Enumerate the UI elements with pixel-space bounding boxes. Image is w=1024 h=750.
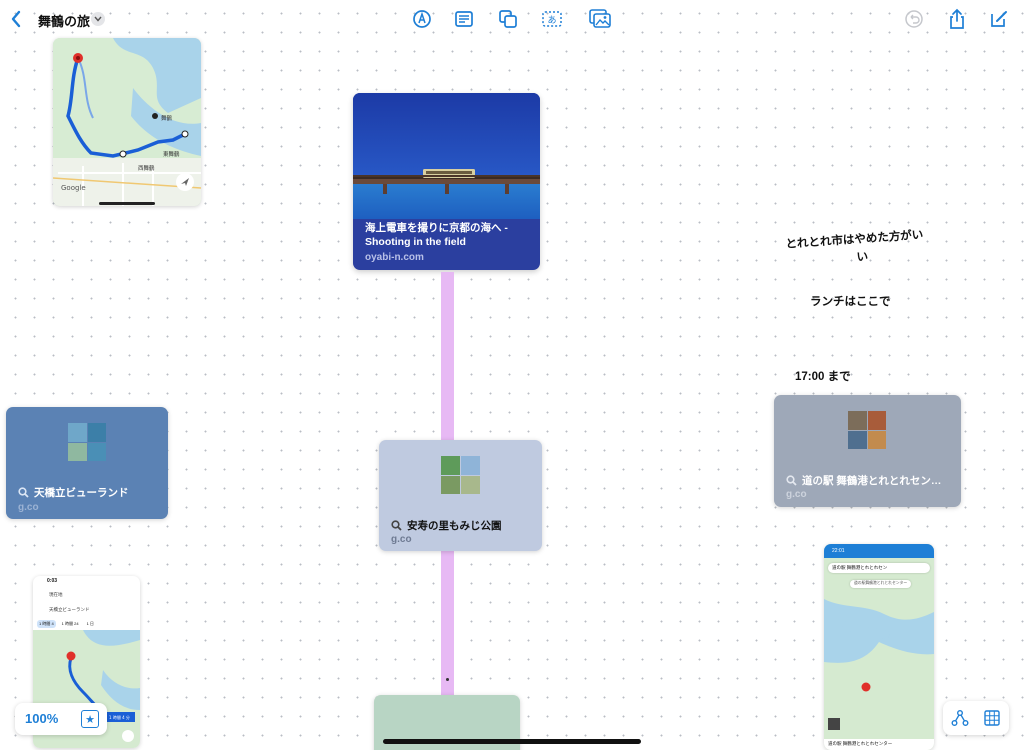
note-avoid-market[interactable]: とれとれ市はやめた方がい い [785, 226, 925, 270]
connection-tool-icon[interactable] [951, 709, 969, 727]
transport-tabs: 1 時間 4 1 時間 24 1 日 [37, 620, 94, 628]
search-query: 安寿の里もみじ公園 [407, 520, 502, 532]
note-lunch[interactable]: ランチはここで [810, 293, 891, 309]
favorite-star-icon[interactable]: ★ [81, 710, 99, 728]
back-chevron-icon[interactable] [6, 8, 26, 30]
link-title: 海上電車を撮りに京都の海へ - Shooting in the field [365, 222, 508, 248]
connector-line[interactable] [441, 272, 454, 440]
svg-text:1 時間 4 分: 1 時間 4 分 [109, 714, 130, 720]
suggestion-chip[interactable]: 道の駅舞鶴港とれとれセンター [850, 580, 912, 588]
grid-view-icon[interactable] [983, 709, 1001, 727]
search-card-torepe-center[interactable]: 道の駅 舞鶴港とれとれセン… g.co [774, 395, 961, 507]
google-logo: Google [61, 184, 86, 192]
place-search-screenshot[interactable]: 22:01 道の駅 舞鶴港とれとれセン 道の駅舞鶴港とれとれセンター 道の駅 舞… [824, 544, 934, 750]
title-chevron-down-icon[interactable] [91, 12, 105, 26]
search-domain: g.co [391, 534, 412, 545]
link-preview-card[interactable]: 海上電車を撮りに京都の海へ - Shooting in the field oy… [353, 93, 540, 270]
search-icon [391, 520, 402, 531]
board-title[interactable]: 舞鶴の旅 [38, 11, 90, 30]
undo-icon[interactable] [903, 8, 925, 30]
route-from: 現在地 [49, 592, 63, 597]
zoom-level[interactable]: 100% [25, 711, 58, 726]
status-time: 22:01 [824, 544, 934, 558]
search-card-anju-momiji[interactable]: 安寿の里もみじ公園 g.co [379, 440, 542, 551]
route-map-thumbnail[interactable]: 舞鶴 西舞鶴 東舞鶴 Google [53, 38, 201, 206]
image-thumbnail-grid [441, 456, 480, 494]
search-query: 天橋立ビューランド [34, 487, 129, 499]
train-on-bridge-photo [353, 93, 540, 219]
image-thumbnail-grid [848, 411, 886, 449]
map-label: 東舞鶴 [163, 150, 180, 158]
connector-line[interactable] [441, 547, 454, 717]
view-options [943, 701, 1009, 735]
search-query: 道の駅 舞鶴港とれとれセン… [802, 475, 942, 487]
search-domain: g.co [18, 502, 39, 513]
search-icon [786, 475, 797, 486]
pen-tool-icon[interactable] [411, 8, 433, 30]
search-icon [18, 487, 29, 498]
shapes-icon[interactable] [497, 8, 519, 30]
svg-text:あ: あ [547, 15, 556, 26]
search-card-amanohashidate[interactable]: 天橋立ビューランド g.co [6, 407, 168, 519]
share-icon[interactable] [946, 8, 968, 30]
map-label: 西舞鶴 [138, 164, 155, 172]
link-domain: oyabi-n.com [365, 252, 424, 263]
compose-icon[interactable] [988, 8, 1010, 30]
text-box-icon[interactable] [453, 8, 475, 30]
place-search-input[interactable]: 道の駅 舞鶴港とれとれセン [828, 563, 930, 573]
search-domain: g.co [786, 489, 807, 500]
place-title: 道の駅 舞鶴港とれとれセンター [828, 741, 893, 746]
note-until-17[interactable]: 17:00 まで [795, 368, 851, 384]
text-insert-icon[interactable]: あ [541, 8, 563, 30]
map-label: 舞鶴 [161, 114, 173, 122]
route-to: 天橋立ビューランド [49, 607, 90, 612]
image-thumbnail-grid [68, 423, 106, 461]
top-toolbar: 舞鶴の旅 あ [0, 0, 1024, 38]
photo-insert-icon[interactable] [589, 8, 611, 30]
status-time: 0:03 [47, 578, 58, 584]
zoom-control: 100% ★ [15, 703, 107, 735]
home-indicator [383, 739, 641, 744]
